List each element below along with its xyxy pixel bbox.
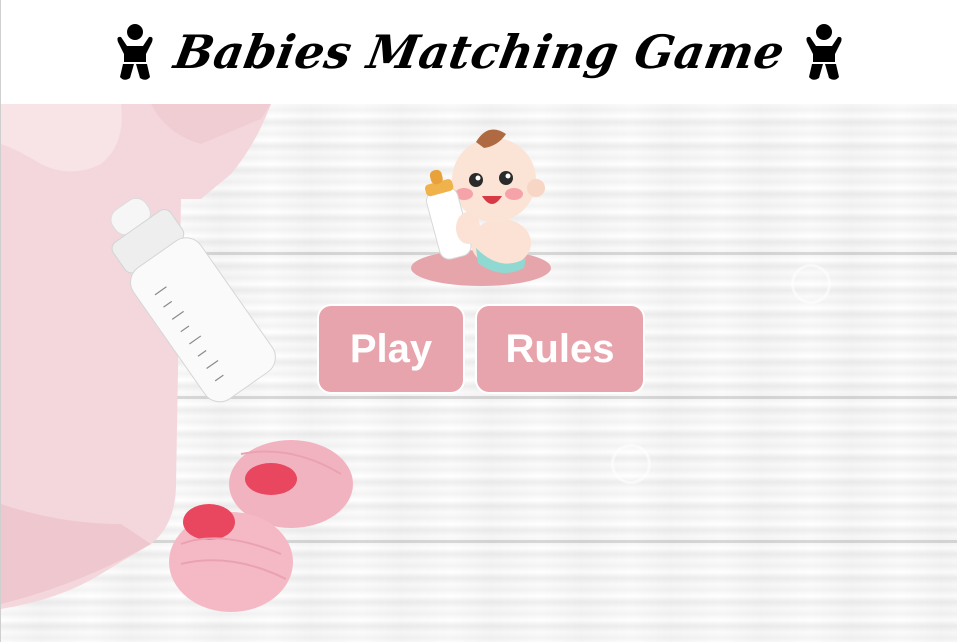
bottle-image: [110, 197, 276, 403]
baby-mascot-image: [411, 129, 551, 286]
page-title: Babies Matching Game: [170, 25, 789, 79]
booties-image: [169, 440, 353, 612]
watermark-icon: [611, 444, 651, 484]
baby-icon: [111, 22, 159, 82]
watermark-icon: [791, 264, 831, 304]
play-button[interactable]: Play: [317, 304, 465, 394]
baby-icon: [800, 22, 848, 82]
rules-button[interactable]: Rules: [475, 304, 645, 394]
page-header: Babies Matching Game: [1, 0, 957, 104]
menu-buttons: Play Rules: [317, 304, 645, 394]
app-window: Babies Matching Game Play Rules: [0, 0, 957, 642]
